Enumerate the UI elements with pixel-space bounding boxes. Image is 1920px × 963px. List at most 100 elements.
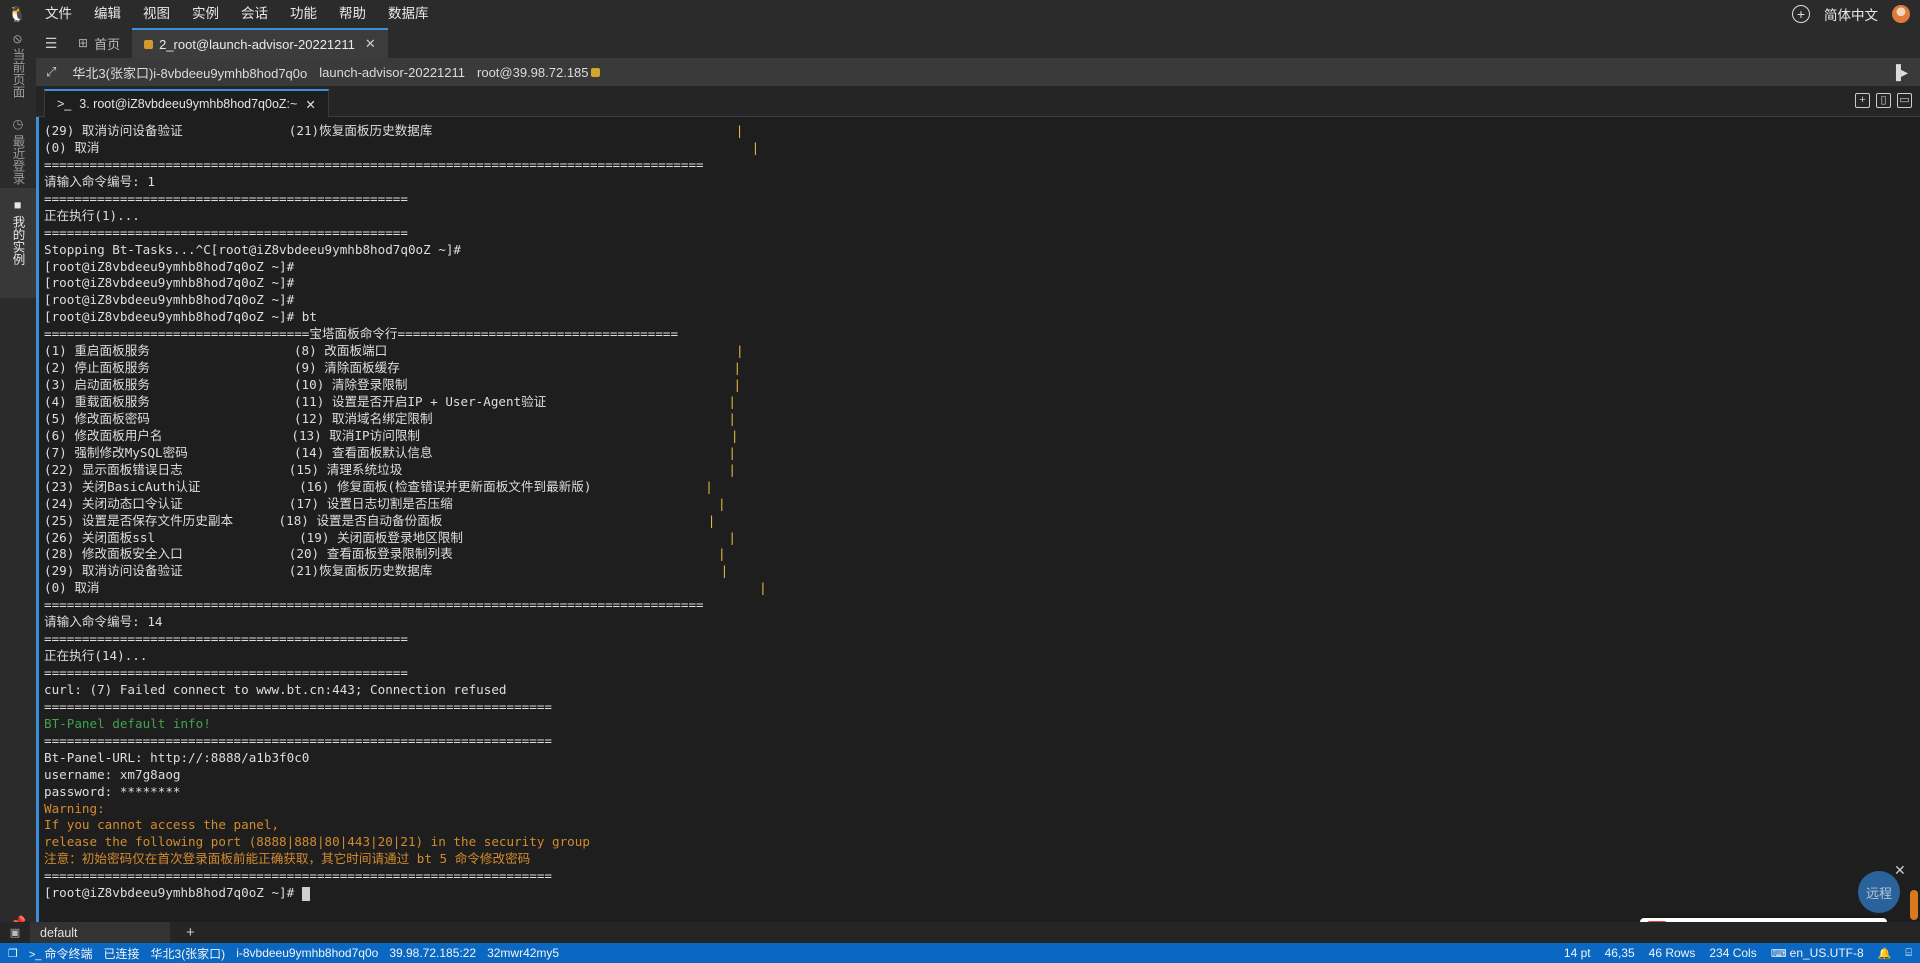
terminal-line-text: ========================================…	[44, 698, 552, 714]
status-region: 华北3(张家口)	[150, 946, 226, 961]
menu-border-bar: |	[728, 461, 736, 477]
terminal-line-text: curl: (7) Failed connect to www.bt.cn:44…	[44, 681, 507, 697]
terminal-line-text: ========================================…	[44, 190, 408, 206]
terminal-line-text: Bt-Panel-URL: http://:8888/a1b3f0c0	[44, 749, 310, 765]
terminal-line: password: ********	[44, 784, 1906, 801]
default-session-tab[interactable]: default	[30, 922, 170, 943]
menu-help[interactable]: 帮助	[328, 0, 377, 28]
user-ip-text: root@39.98.72.185	[477, 64, 589, 80]
terminal-line-text: [root@iZ8vbdeeu9ymhb8hod7q0oZ ~]#	[44, 292, 295, 308]
new-pane-icon[interactable]: +	[1855, 93, 1870, 108]
menu-border-bar: |	[718, 495, 726, 511]
sidebar-toggle-icon[interactable]: ▐▸	[1891, 64, 1908, 81]
tab-session-label: 2_root@launch-advisor-20221211	[159, 36, 355, 52]
terminal-line-text: 注意：初始密码仅在首次登录面板前能正确获取，其它时间请通过 bt 5 命令修改密…	[44, 851, 531, 867]
terminal-cursor	[301, 886, 310, 901]
session-tab-label: 3. root@iZ8vbdeeu9ymhb8hod7q0oZ:~	[79, 97, 298, 111]
terminal-mode: >_ 命令终端	[29, 945, 93, 962]
sidebar-tab-current-page[interactable]: ⊘ 当前页面	[6, 34, 30, 104]
font-size[interactable]: 14 pt	[1564, 946, 1591, 960]
user-ip: root@39.98.72.185	[477, 65, 600, 80]
terminal-line: (7) 强制修改MySQL密码 (14) 查看面板默认信息 |	[44, 445, 1906, 462]
terminal-line-text: Warning:	[44, 800, 105, 816]
menu-database[interactable]: 数据库	[377, 0, 440, 28]
close-icon[interactable]: ✕	[365, 36, 376, 52]
terminal-line-text: (28) 修改面板安全入口 (20) 查看面板登录限制列表	[44, 546, 719, 562]
status-address: 39.98.72.185:22	[389, 946, 477, 960]
language-selector[interactable]: 简体中文	[1824, 4, 1878, 24]
terminal-line: ========================================…	[44, 699, 1906, 716]
status-session-id: 32mwr42my5	[487, 946, 560, 960]
terminal-line: (26) 关闭面板ssl (19) 关闭面板登录地区限制 |	[44, 530, 1906, 547]
save-icon[interactable]: ⌸	[1905, 947, 1912, 960]
tab-home[interactable]: ⊞ 首页	[66, 28, 132, 58]
menu-border-bar: |	[733, 377, 742, 393]
terminal-line: Warning:	[44, 801, 1906, 818]
terminal-line-text: password: ********	[44, 783, 181, 799]
menu-view[interactable]: 视图	[132, 0, 181, 28]
close-icon[interactable]: ✕	[305, 97, 315, 112]
copy-icon[interactable]: ❐	[8, 947, 18, 960]
terminal-line: 请输入命令编号: 14	[44, 614, 1906, 631]
menu-session[interactable]: 会话	[230, 0, 279, 28]
terminal-line: ========================================…	[44, 597, 1906, 614]
tab-session-root[interactable]: 2_root@launch-advisor-20221211 ✕	[132, 28, 388, 58]
terminal-line: release the following port (8888|888|80|…	[44, 834, 1906, 851]
terminal-prompt-icon: >_	[57, 97, 72, 111]
terminal-output[interactable]: (29) 取消访问设备验证 (21)恢复面板历史数据库 | (0) 取消 | ===…	[36, 117, 1906, 922]
terminal-line-text: Stopping Bt-Tasks...^C[root@iZ8vbdeeu9ym…	[44, 241, 462, 257]
terminal-line-text: [root@iZ8vbdeeu9ymhb8hod7q0oZ ~]#	[44, 885, 295, 901]
terminal-line-text: ========================================…	[44, 224, 408, 240]
status-bar: ❐ >_ 命令终端 已连接 华北3(张家口) i-8vbdeeu9ymhb8ho…	[0, 943, 1920, 963]
terminal-line-text: release the following port (8888|888|80|…	[44, 834, 590, 850]
menu-border-bar: |	[728, 444, 736, 460]
menu-file[interactable]: 文件	[34, 0, 83, 28]
terminal-text: (29) 取消访问设备验证 (21)恢复面板历史数据库 | (0) 取消 | ===…	[44, 123, 1906, 902]
terminal-line: Bt-Panel-URL: http://:8888/a1b3f0c0	[44, 750, 1906, 767]
menu-border-bar: |	[736, 343, 744, 359]
terminal-line: (1) 重启面板服务 (8) 改面板端口 |	[44, 343, 1906, 360]
terminal-line-text: ===================================宝塔面板命…	[44, 326, 679, 342]
scrollbar[interactable]	[1906, 117, 1920, 922]
avatar[interactable]	[1892, 5, 1910, 23]
menu-edit[interactable]: 编辑	[83, 0, 132, 28]
menu-border-bar: |	[759, 580, 767, 596]
scrollbar-thumb[interactable]	[1910, 890, 1918, 920]
terminal-line-text: (2) 停止面板服务 (9) 清除面板缓存	[44, 360, 734, 376]
session-tab[interactable]: >_ 3. root@iZ8vbdeeu9ymhb8hod7q0oZ:~ ✕	[44, 89, 329, 117]
menu-instance[interactable]: 实例	[181, 0, 230, 28]
menu-border-bar: |	[718, 546, 726, 562]
encoding[interactable]: ⌨ en_US.UTF-8	[1771, 946, 1864, 960]
terminal-line-text: (6) 修改面板用户名 (13) 取消IP访问限制	[44, 427, 731, 443]
terminal-line: [root@iZ8vbdeeu9ymhb8hod7q0oZ ~]#	[44, 292, 1906, 309]
sidebar-tab-recent-login[interactable]: ◷ 最近登录	[6, 116, 30, 186]
terminal-line: ========================================…	[44, 225, 1906, 242]
terminal-line: (3) 启动面板服务 (10) 清除登录限制 |	[44, 377, 1906, 394]
close-icon[interactable]: ✕	[1894, 862, 1906, 879]
split-horizontal-icon[interactable]: ▭	[1897, 93, 1912, 108]
terminal-line-text: (24) 关闭动态口令认证 (17) 设置日志切割是否压缩	[44, 495, 719, 511]
split-vertical-icon[interactable]: ▯	[1876, 93, 1891, 108]
terminal-line-text: (5) 修改面板密码 (12) 取消域名绑定限制	[44, 410, 729, 426]
terminal-line-text: BT-Panel default info!	[44, 715, 211, 731]
add-circle-icon[interactable]: +	[1792, 5, 1810, 23]
linux-tux-icon: 🐧	[7, 6, 27, 23]
tab-home-label: 首页	[94, 36, 121, 52]
menu-border-bar: |	[728, 410, 736, 426]
terminal-line: (29) 取消访问设备验证 (21)恢复面板历史数据库 |	[44, 123, 1906, 140]
terminal-line-text: (1) 重启面板服务 (8) 改面板端口	[44, 343, 737, 359]
terminal-line: (23) 关闭BasicAuth认证 (16) 修复面板(检查错误并更新面板文件…	[44, 479, 1906, 496]
collapse-menu-icon[interactable]: ☰	[36, 28, 66, 58]
expand-icon[interactable]: ⤢	[46, 64, 56, 80]
bell-icon[interactable]: 🔔	[1878, 947, 1892, 960]
sidebar-tab-my-instances[interactable]: ■ 我的实例	[6, 198, 30, 288]
host-name: launch-advisor-20221211	[319, 64, 466, 80]
terminal-line: (22) 显示面板错误日志 (15) 清理系统垃圾 |	[44, 462, 1906, 479]
terminal-line: ========================================…	[44, 191, 1906, 208]
terminal-line: BT-Panel default info!	[44, 716, 1906, 733]
menu-functions[interactable]: 功能	[279, 0, 328, 28]
terminal-line-text: If you cannot access the panel,	[44, 817, 280, 833]
add-session-icon[interactable]: +	[186, 924, 195, 941]
menu-border-bar: |	[751, 139, 760, 155]
menubar: 🐧 文件 编辑 视图 实例 会话 功能 帮助 数据库 + 简体中文	[0, 0, 1920, 28]
